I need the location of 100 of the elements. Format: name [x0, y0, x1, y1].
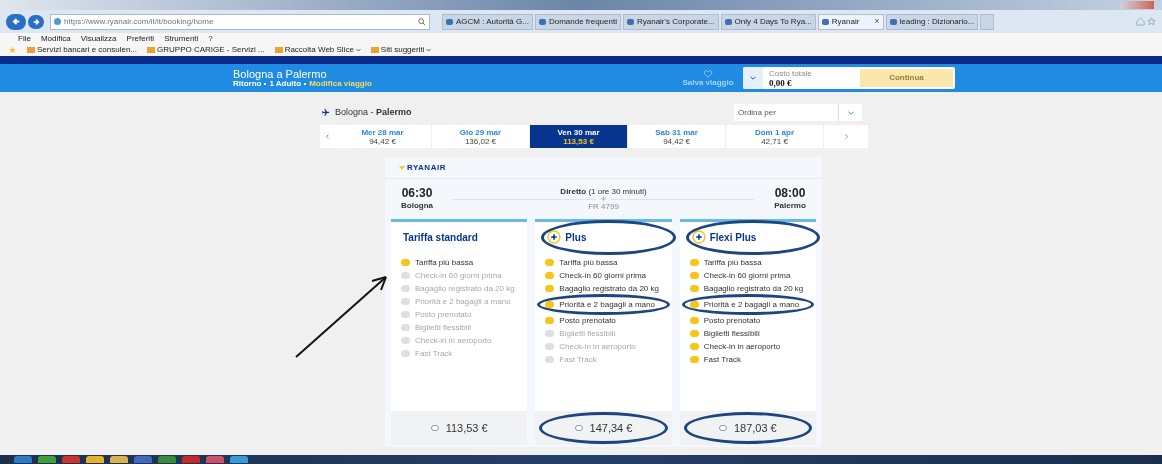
fare-name: Tariffa standard — [403, 230, 478, 245]
site-icon — [889, 18, 897, 25]
forward-arrow-icon — [32, 17, 40, 26]
fare-feature: Tariffa più bassa — [559, 258, 618, 267]
site-icon — [147, 47, 156, 53]
browser-tab[interactable]: Only 4 Days To Rya... — [720, 13, 816, 30]
fare-price: 187,03 € — [733, 420, 777, 436]
fare-feature: Bagaglio registrato da 20 kg — [703, 284, 804, 293]
date-tab[interactable]: Ven 30 mar 113,53 € — [530, 125, 628, 148]
fare-feature: Posto prenotato — [415, 310, 472, 319]
tab-label: AGCM : Autorità G... — [456, 15, 529, 28]
fare-feature: Check-in in aeroporto — [703, 342, 781, 351]
plus-icon — [547, 230, 562, 244]
trip-detail: Ritorno — [233, 80, 262, 88]
taskbar-icon[interactable] — [206, 456, 224, 463]
favorite-link[interactable]: GRUPPO CARIGE - Servizi ... — [147, 46, 265, 54]
favorites-star-icon[interactable] — [8, 46, 17, 54]
fare-feature: Tariffa più bassa — [703, 258, 762, 267]
plus-icon — [691, 230, 706, 244]
caret-icon — [355, 48, 361, 52]
fare-feature: Check-in 60 giorni prima — [703, 271, 791, 280]
menu-item[interactable]: Visualizza — [80, 34, 117, 43]
taskbar-icon[interactable] — [134, 456, 152, 463]
fare-feature: Biglietti flessibili — [703, 329, 760, 338]
home-icon[interactable] — [1136, 17, 1145, 26]
caret-icon — [750, 76, 756, 80]
browser-tab[interactable]: Ryanair × — [817, 13, 884, 30]
fare-feature: Biglietti flessibili — [559, 329, 616, 338]
forward-button[interactable] — [28, 14, 44, 29]
taskbar-icon[interactable] — [158, 456, 176, 463]
fare-feature: Tariffa più bassa — [415, 258, 474, 267]
tab-label: leading : Dizionario... — [899, 15, 975, 28]
browser-tab[interactable]: AGCM : Autorità G... — [442, 13, 533, 30]
fare-feature: Check-in 60 giorni prima — [559, 271, 647, 280]
page-icon — [54, 18, 61, 25]
site-icon — [27, 47, 35, 53]
taskbar-icon[interactable] — [230, 456, 248, 463]
taskbar-icon[interactable] — [182, 456, 200, 463]
menu-item[interactable]: Strumenti — [164, 34, 199, 43]
address-bar[interactable]: https://www.ryanair.com/it/it/booking/home — [50, 13, 430, 30]
fare-feature: Check-in 60 giorni prima — [415, 271, 502, 280]
airline-logo: RYANAIR — [407, 161, 446, 174]
address-text: https://www.ryanair.com/it/it/booking/home — [64, 15, 214, 28]
star-icon[interactable] — [1147, 17, 1156, 26]
favorite-link[interactable]: Servizi bancari e consulen... — [27, 46, 138, 54]
fare-feature: Check-in in aeroporto — [415, 336, 492, 345]
menu-item[interactable]: ? — [208, 34, 213, 43]
fare-feature: Posto prenotato — [559, 316, 616, 325]
taskbar-icon[interactable] — [62, 456, 80, 463]
chevron-left-icon — [325, 134, 329, 139]
fare-feature: Fast Track — [415, 349, 453, 358]
taskbar-icon[interactable] — [38, 456, 56, 463]
fare-column[interactable]: Tariffa standard Tariffa più bassa Check-in 60 giorni prima Bagaglio registrato da 20 kg Priorità e 2 bagagli a mano Posto prenotato Biglietti flessibili Check-in in aeroporto Fast Track 113,53 € — [391, 219, 528, 445]
site-icon — [274, 47, 283, 53]
chevron-right-icon — [844, 134, 848, 139]
menu-item[interactable]: Modifica — [40, 34, 71, 43]
site-icon — [724, 18, 732, 25]
back-arrow-icon — [11, 17, 21, 26]
menu-item[interactable]: Preferiti — [126, 34, 155, 43]
browser-tab[interactable]: Ryanair's Corporate... — [622, 13, 719, 30]
taskbar-icon[interactable] — [110, 456, 128, 463]
tab-label: Ryanair — [831, 15, 860, 28]
tab-label: Only 4 Days To Rya... — [734, 15, 812, 28]
fare-name: Flexi Plus — [709, 230, 757, 245]
site-icon — [446, 18, 453, 25]
caret-icon — [847, 110, 854, 115]
browser-tab[interactable]: leading : Dizionario... — [885, 13, 979, 30]
trip-detail: 1 Adulto — [269, 80, 302, 88]
sort-dropdown[interactable]: Ordina per — [734, 104, 862, 121]
new-tab-button[interactable] — [980, 13, 995, 30]
site-icon — [370, 47, 379, 53]
fare-feature: Check-in in aeroporto — [559, 342, 636, 351]
trip-title: Bologna a Palermo — [233, 68, 328, 80]
favorite-link[interactable]: Raccolta Web Slice — [274, 46, 361, 54]
tab-label: Ryanair's Corporate... — [636, 15, 715, 28]
menu-item[interactable]: File — [18, 34, 31, 43]
route-title: Bologna - Palermo — [335, 105, 412, 119]
radio-button[interactable] — [430, 425, 439, 431]
plane-icon — [320, 108, 331, 117]
tab-close-button[interactable]: × — [874, 17, 880, 26]
search-icon[interactable] — [418, 17, 426, 26]
fare-feature: Priorità e 2 bagagli a mano — [703, 300, 800, 309]
site-icon — [626, 18, 634, 25]
expand-button[interactable] — [743, 67, 763, 89]
total-label: Costo totale — [769, 68, 813, 78]
caret-icon — [426, 48, 432, 52]
favorite-link[interactable]: Siti suggeriti — [370, 46, 432, 54]
taskbar-icon[interactable] — [14, 456, 32, 463]
heart-icon — [703, 69, 713, 78]
fare-price: 113,53 € — [445, 420, 488, 436]
plane-icon — [600, 196, 607, 202]
back-button[interactable] — [6, 13, 26, 30]
harp-icon — [399, 165, 405, 170]
fare-name: Plus — [565, 230, 587, 245]
radio-button[interactable] — [574, 425, 583, 431]
window-controls-icon[interactable] — [1120, 1, 1154, 9]
fare-feature: Bagaglio registrato da 20 kg — [415, 284, 515, 293]
radio-button[interactable] — [718, 425, 727, 431]
browser-tab[interactable]: Domande frequenti — [534, 13, 621, 30]
taskbar-icon[interactable] — [86, 456, 104, 463]
